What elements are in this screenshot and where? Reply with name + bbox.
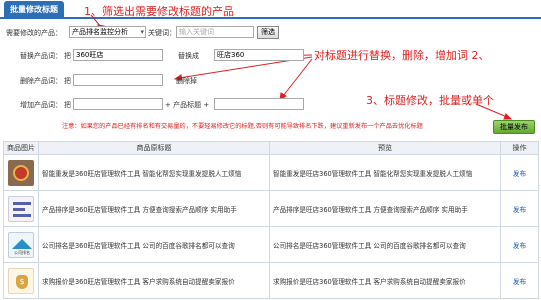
product-thumbnail[interactable] <box>8 159 34 186</box>
original-title-cell: 产品排序是360旺店管理软件工具 方便查询搜索产品顺序 实用助手 <box>38 190 270 227</box>
add-from-prefix: 把 <box>64 101 71 109</box>
money-bag-icon: $ <box>19 276 25 286</box>
publish-link[interactable]: 发布 <box>500 226 539 263</box>
add-label: 增加产品词： <box>20 101 62 109</box>
replace-label: 替换产品词： <box>20 52 62 60</box>
preview-title-cell: 公司排名是旺店360管理软件工具 公司的百度谷歌排名都可以查询 <box>269 226 501 263</box>
product-image-cell: $ <box>3 262 39 299</box>
delete-input[interactable] <box>73 74 163 86</box>
header-action: 操作 <box>500 141 539 155</box>
table-row: 公司排名 公司排名是360旺店管理软件工具 公司的百度谷歌排名都可以查询 公司排… <box>3 226 539 263</box>
delete-label: 删除产品词： <box>20 77 62 85</box>
product-thumbnail[interactable]: $ <box>8 267 34 294</box>
publish-link[interactable]: 发布 <box>500 190 539 227</box>
replace-from-prefix: 把 <box>64 52 71 60</box>
table-row: $ 求购报价是360旺店管理软件工具 客户求购系统自动提醒卖家报价 求购报价是旺… <box>3 262 539 299</box>
batch-publish-button[interactable]: 批量发布 <box>493 120 535 134</box>
chevron-down-icon: ▾ <box>140 28 144 36</box>
original-title-cell: 智能重发是360旺店管理软件工具 智能化帮您实现重发提脱人工烦恼 <box>38 154 270 191</box>
product-image-cell <box>3 190 39 227</box>
keyword-input[interactable]: 输入关键词 <box>176 26 254 38</box>
add-prefix-input[interactable] <box>73 98 163 110</box>
publish-link[interactable]: 发布 <box>500 262 539 299</box>
product-select[interactable]: 产品排名监控分析 ▾ <box>69 26 146 38</box>
preview-title-cell: 智能重发是旺店360管理软件工具 智能化帮您实现重发提脱人工烦恼 <box>269 154 501 191</box>
preview-title-cell: 产品排序是旺店360管理软件工具 方便查询搜索产品顺序 实用助手 <box>269 190 501 227</box>
add-middle-label: + 产品标题 + <box>165 101 210 109</box>
add-suffix-input[interactable] <box>214 98 304 110</box>
publish-link[interactable]: 发布 <box>500 154 539 191</box>
replace-to-label: 替换成 <box>178 52 199 60</box>
notice-text: 注意：如果您的产品已经有排名和有交易量的，不要轻易修改它的标题,否则有可能导致排… <box>62 123 423 130</box>
product-image-cell <box>3 154 39 191</box>
product-image-cell: 公司排名 <box>3 226 39 263</box>
preview-title-cell: 求购报价是旺店360管理软件工具 客户求购系统自动提醒卖家报价 <box>269 262 501 299</box>
product-thumbnail[interactable]: 公司排名 <box>8 231 34 258</box>
original-title-cell: 求购报价是360旺店管理软件工具 客户求购系统自动提醒卖家报价 <box>38 262 270 299</box>
delete-suffix: 删除掉 <box>176 77 197 85</box>
thumbnail-caption: 公司排名 <box>14 249 30 255</box>
table-row: 产品排序是360旺店管理软件工具 方便查询搜索产品顺序 实用助手 产品排序是旺店… <box>3 190 539 227</box>
delete-from-prefix: 把 <box>64 77 71 85</box>
header-original-title: 商品原标题 <box>38 141 270 155</box>
keyword-label: 关键词： <box>148 29 176 37</box>
filter-product-label: 需要修改的产品： <box>6 29 62 37</box>
product-thumbnail[interactable] <box>8 195 34 222</box>
table-row: 智能重发是360旺店管理软件工具 智能化帮您实现重发提脱人工烦恼 智能重发是旺店… <box>3 154 539 191</box>
original-title-cell: 公司排名是360旺店管理软件工具 公司的百度谷歌排名都可以查询 <box>38 226 270 263</box>
product-select-value: 产品排名监控分析 <box>72 28 128 36</box>
filter-button[interactable]: 筛选 <box>257 26 279 39</box>
replace-to-input[interactable]: 旺店360 <box>214 49 304 61</box>
header-preview: 预览 <box>269 141 501 155</box>
product-table: 商品图片 商品原标题 预览 操作 智能重发是360旺店管理软件工具 智能化帮您实… <box>3 141 539 299</box>
table-header-row: 商品图片 商品原标题 预览 操作 <box>3 141 539 155</box>
replace-from-input[interactable]: 360旺店 <box>73 49 163 61</box>
header-product-image: 商品图片 <box>3 141 39 155</box>
